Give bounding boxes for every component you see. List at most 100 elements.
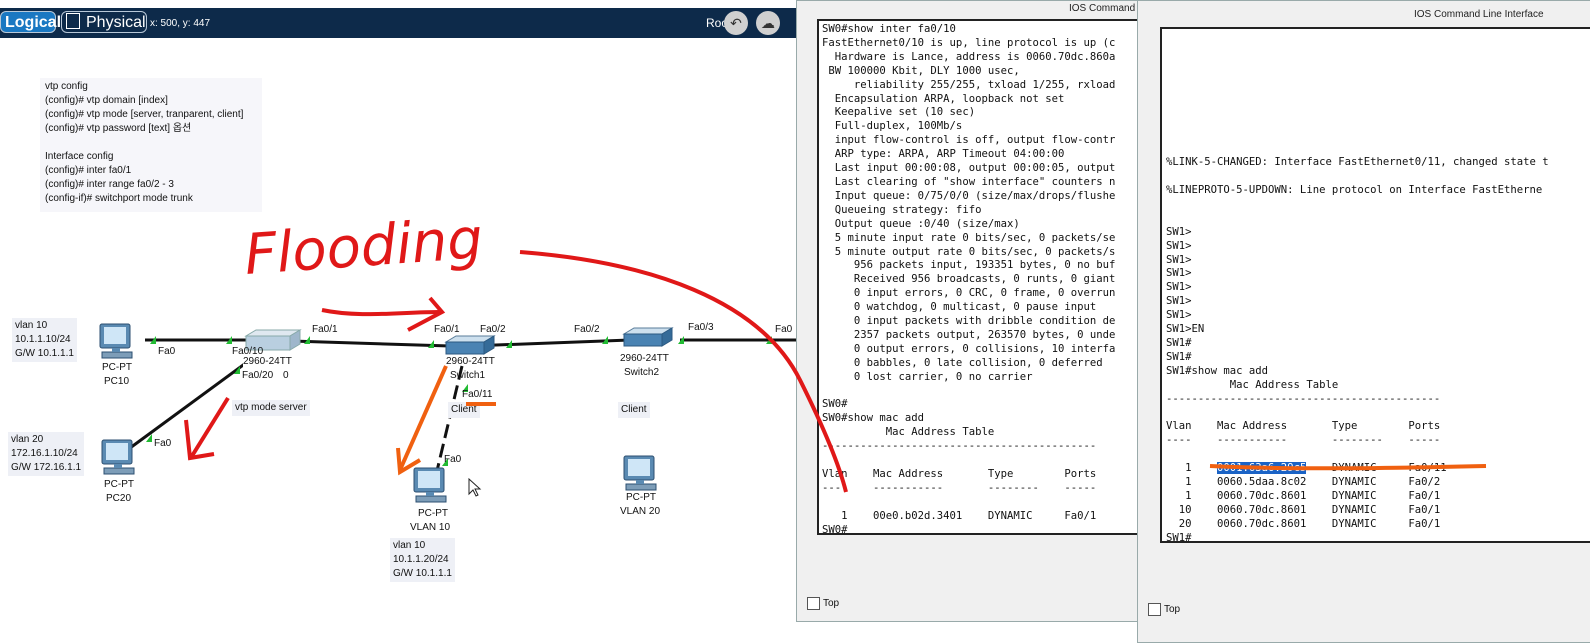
terminal-line: SW1>EN	[1166, 323, 1205, 336]
switch1-mode: Client	[448, 402, 480, 418]
pc-vlan20-icon[interactable]	[620, 454, 660, 494]
mac-table-row[interactable]: 10 0060.70dc.8601 DYNAMIC Fa0/1	[1166, 503, 1441, 516]
terminal-line: 5 minute output rate 0 bits/sec, 0 packe…	[834, 245, 1116, 258]
switch0-name: 0	[283, 370, 289, 381]
terminal-line: 956 packets input, 193351 bytes, 0 no bu…	[853, 259, 1116, 272]
mouse-pointer-icon	[468, 478, 482, 497]
mac-port: Fa0/1	[1408, 517, 1441, 530]
pc20-type: PC-PT	[104, 479, 134, 490]
terminal-line: 2357 packets output, 263570 bytes, 0 und…	[853, 328, 1116, 341]
mac-table-row[interactable]: 1 0001.63a6.29c5 DYNAMIC Fa0/11	[1166, 462, 1447, 475]
terminal-line: 0 babbles, 0 late collision, 0 deferred	[853, 356, 1103, 369]
terminal-line: ----------------------------------------…	[822, 440, 1097, 453]
ios-terminal-sw1[interactable]: %LINK-5-CHANGED: Interface FastEthernet0…	[1160, 27, 1590, 543]
switch2-model: 2960-24TT	[620, 353, 669, 364]
mac-table-row[interactable]: 1 0060.70dc.8601 DYNAMIC Fa0/1	[1166, 490, 1440, 502]
terminal-line: ----------------------------------------…	[1166, 392, 1441, 405]
pc-vlan10-icon[interactable]	[410, 466, 450, 506]
pc-vlan10-port: Fa0	[444, 454, 462, 465]
pc10-gateway: G/W 10.1.1.1	[15, 348, 74, 359]
pc-vlan10-vlan: vlan 10	[393, 540, 426, 551]
pc20-name: PC20	[106, 493, 132, 504]
pc-vlan20-type: PC-PT	[626, 492, 656, 503]
terminal-line: Received 956 broadcasts, 0 runts, 0 gian…	[853, 273, 1116, 286]
ios-window-sw1-title: IOS Command Line Interface	[1414, 9, 1544, 20]
pc-vlan20-name: VLAN 20	[620, 506, 661, 517]
pc20-ip: 172.16.1.10/24	[11, 448, 78, 459]
pc-vlan10-ip: 10.1.1.20/24	[393, 554, 449, 565]
ios-terminal-sw0[interactable]: SW0#show inter fa0/10 FastEthernet0/10 i…	[817, 19, 1151, 535]
pc10-name: PC10	[104, 376, 130, 387]
switch2-port-fa0-3: Fa0/3	[688, 322, 714, 333]
terminal-line: 0 lost carrier, 0 no carrier	[853, 370, 1033, 383]
terminal-line: Vlan Mac Address Type Ports	[1166, 420, 1441, 433]
top-checkbox-sw0-label: Top	[823, 598, 840, 609]
pc20-icon[interactable]	[98, 438, 138, 478]
terminal-line: ARP type: ARPA, ARP Timeout 04:00:00	[834, 148, 1065, 161]
switch0-port-fa0-1: Fa0/1	[312, 324, 338, 335]
pc10-info: vlan 10 10.1.1.10/24 G/W 10.1.1.1	[12, 318, 77, 362]
terminal-line: SW0#	[822, 398, 848, 411]
mac-vlan: 20	[1166, 517, 1192, 530]
mac-type: DYNAMIC	[1331, 489, 1377, 502]
switch0-port-fa0-20: Fa0/20	[242, 370, 274, 381]
terminal-line: Queueing strategy: fifo	[834, 203, 982, 216]
terminal-line: Keepalive set (10 sec)	[834, 106, 976, 119]
ios-window-sw1[interactable]: IOS Command Line Interface %LINK-5-CHANG…	[1137, 0, 1590, 643]
terminal-line: Encapsulation ARPA, loopback not set	[834, 92, 1065, 105]
switch1-port-fa0-2: Fa0/2	[480, 324, 506, 335]
ios-window-sw0[interactable]: IOS Command SW0#show inter fa0/10 FastEt…	[796, 0, 1151, 622]
terminal-line: BW 100000 Kbit, DLY 1000 usec,	[828, 64, 1020, 77]
terminal-line: Mac Address Table	[885, 426, 995, 439]
switch1-port-fa0-1: Fa0/1	[434, 324, 460, 335]
mac-table-row[interactable]: 20 0060.70dc.8601 DYNAMIC Fa0/1	[1166, 517, 1441, 530]
top-checkbox-sw0[interactable]	[807, 597, 820, 610]
terminal-line: SW0#show mac add	[822, 412, 925, 425]
edge-port-label: Fa0	[775, 324, 793, 335]
terminal-line: ---- ----------- -------- -----	[822, 481, 1097, 494]
terminal-line: ---- ----------- -------- -----	[1166, 434, 1441, 447]
terminal-line: SW1>	[1166, 225, 1192, 238]
terminal-line: Output queue :0/40 (size/max)	[834, 217, 1020, 230]
mac-vlan: 1	[1166, 462, 1192, 475]
switch2-mode: Client	[618, 402, 650, 418]
top-checkbox-sw1-label: Top	[1164, 604, 1181, 615]
terminal-line: %LINK-5-CHANGED: Interface FastEthernet0…	[1166, 156, 1549, 169]
terminal-line: Input queue: 0/75/0/0 (size/max/drops/fl…	[834, 189, 1116, 202]
pc-vlan10-name: VLAN 10	[410, 522, 451, 533]
switch0-model: 2960-24TT	[243, 356, 292, 367]
terminal-line: SW1#	[1166, 336, 1192, 349]
switch0-mode: vtp mode server	[232, 400, 310, 416]
mac-port: Fa0/11	[1408, 462, 1447, 475]
mac-type: DYNAMIC	[1331, 517, 1377, 530]
mac-address: 0060.70dc.8601	[1217, 489, 1307, 502]
switch1-port-fa0-11: Fa0/11	[462, 389, 493, 400]
pc-vlan10-gateway: G/W 10.1.1.1	[393, 568, 452, 579]
terminal-line: SW1#	[1166, 531, 1192, 543]
terminal-line: 0 input packets with dribble condition d…	[853, 315, 1116, 328]
mac-vlan: 10	[1166, 503, 1192, 516]
mac-table-row[interactable]: 1 0060.5daa.8c02 DYNAMIC Fa0/2	[1166, 476, 1440, 488]
mac-type: DYNAMIC	[1331, 503, 1377, 516]
terminal-line: Hardware is Lance, address is 0060.70dc.…	[834, 50, 1116, 63]
switch1-name: Switch1	[450, 370, 486, 381]
terminal-line: 1 00e0.b02d.3401 DYNAMIC Fa0/1	[841, 509, 1097, 522]
terminal-line: FastEthernet0/10 is up, line protocol is…	[822, 36, 1116, 49]
pc10-icon[interactable]	[96, 322, 136, 362]
pc-vlan10-type: PC-PT	[418, 508, 448, 519]
top-checkbox-sw1[interactable]	[1148, 603, 1161, 616]
pc10-port: Fa0	[158, 346, 176, 357]
pc20-gateway: G/W 172.16.1.1	[11, 462, 82, 473]
mac-address: 0001.63a6.29c5	[1217, 462, 1307, 475]
terminal-line: Last clearing of "show interface" counte…	[834, 175, 1116, 188]
switch2-port-fa0-2: Fa0/2	[574, 324, 600, 335]
pc10-vlan: vlan 10	[15, 320, 48, 331]
switch2-icon[interactable]	[618, 326, 682, 354]
terminal-line: Full-duplex, 100Mb/s	[834, 120, 963, 133]
terminal-line: 5 minute input rate 0 bits/sec, 0 packet…	[834, 231, 1116, 244]
mac-address: 0060.5daa.8c02	[1217, 476, 1307, 488]
terminal-line: SW1>	[1166, 267, 1192, 280]
terminal-line: SW1#show mac add	[1166, 364, 1269, 377]
pc-vlan10-info: vlan 10 10.1.1.20/24 G/W 10.1.1.1	[390, 538, 455, 582]
terminal-line: Vlan Mac Address Type Ports	[822, 468, 1097, 480]
